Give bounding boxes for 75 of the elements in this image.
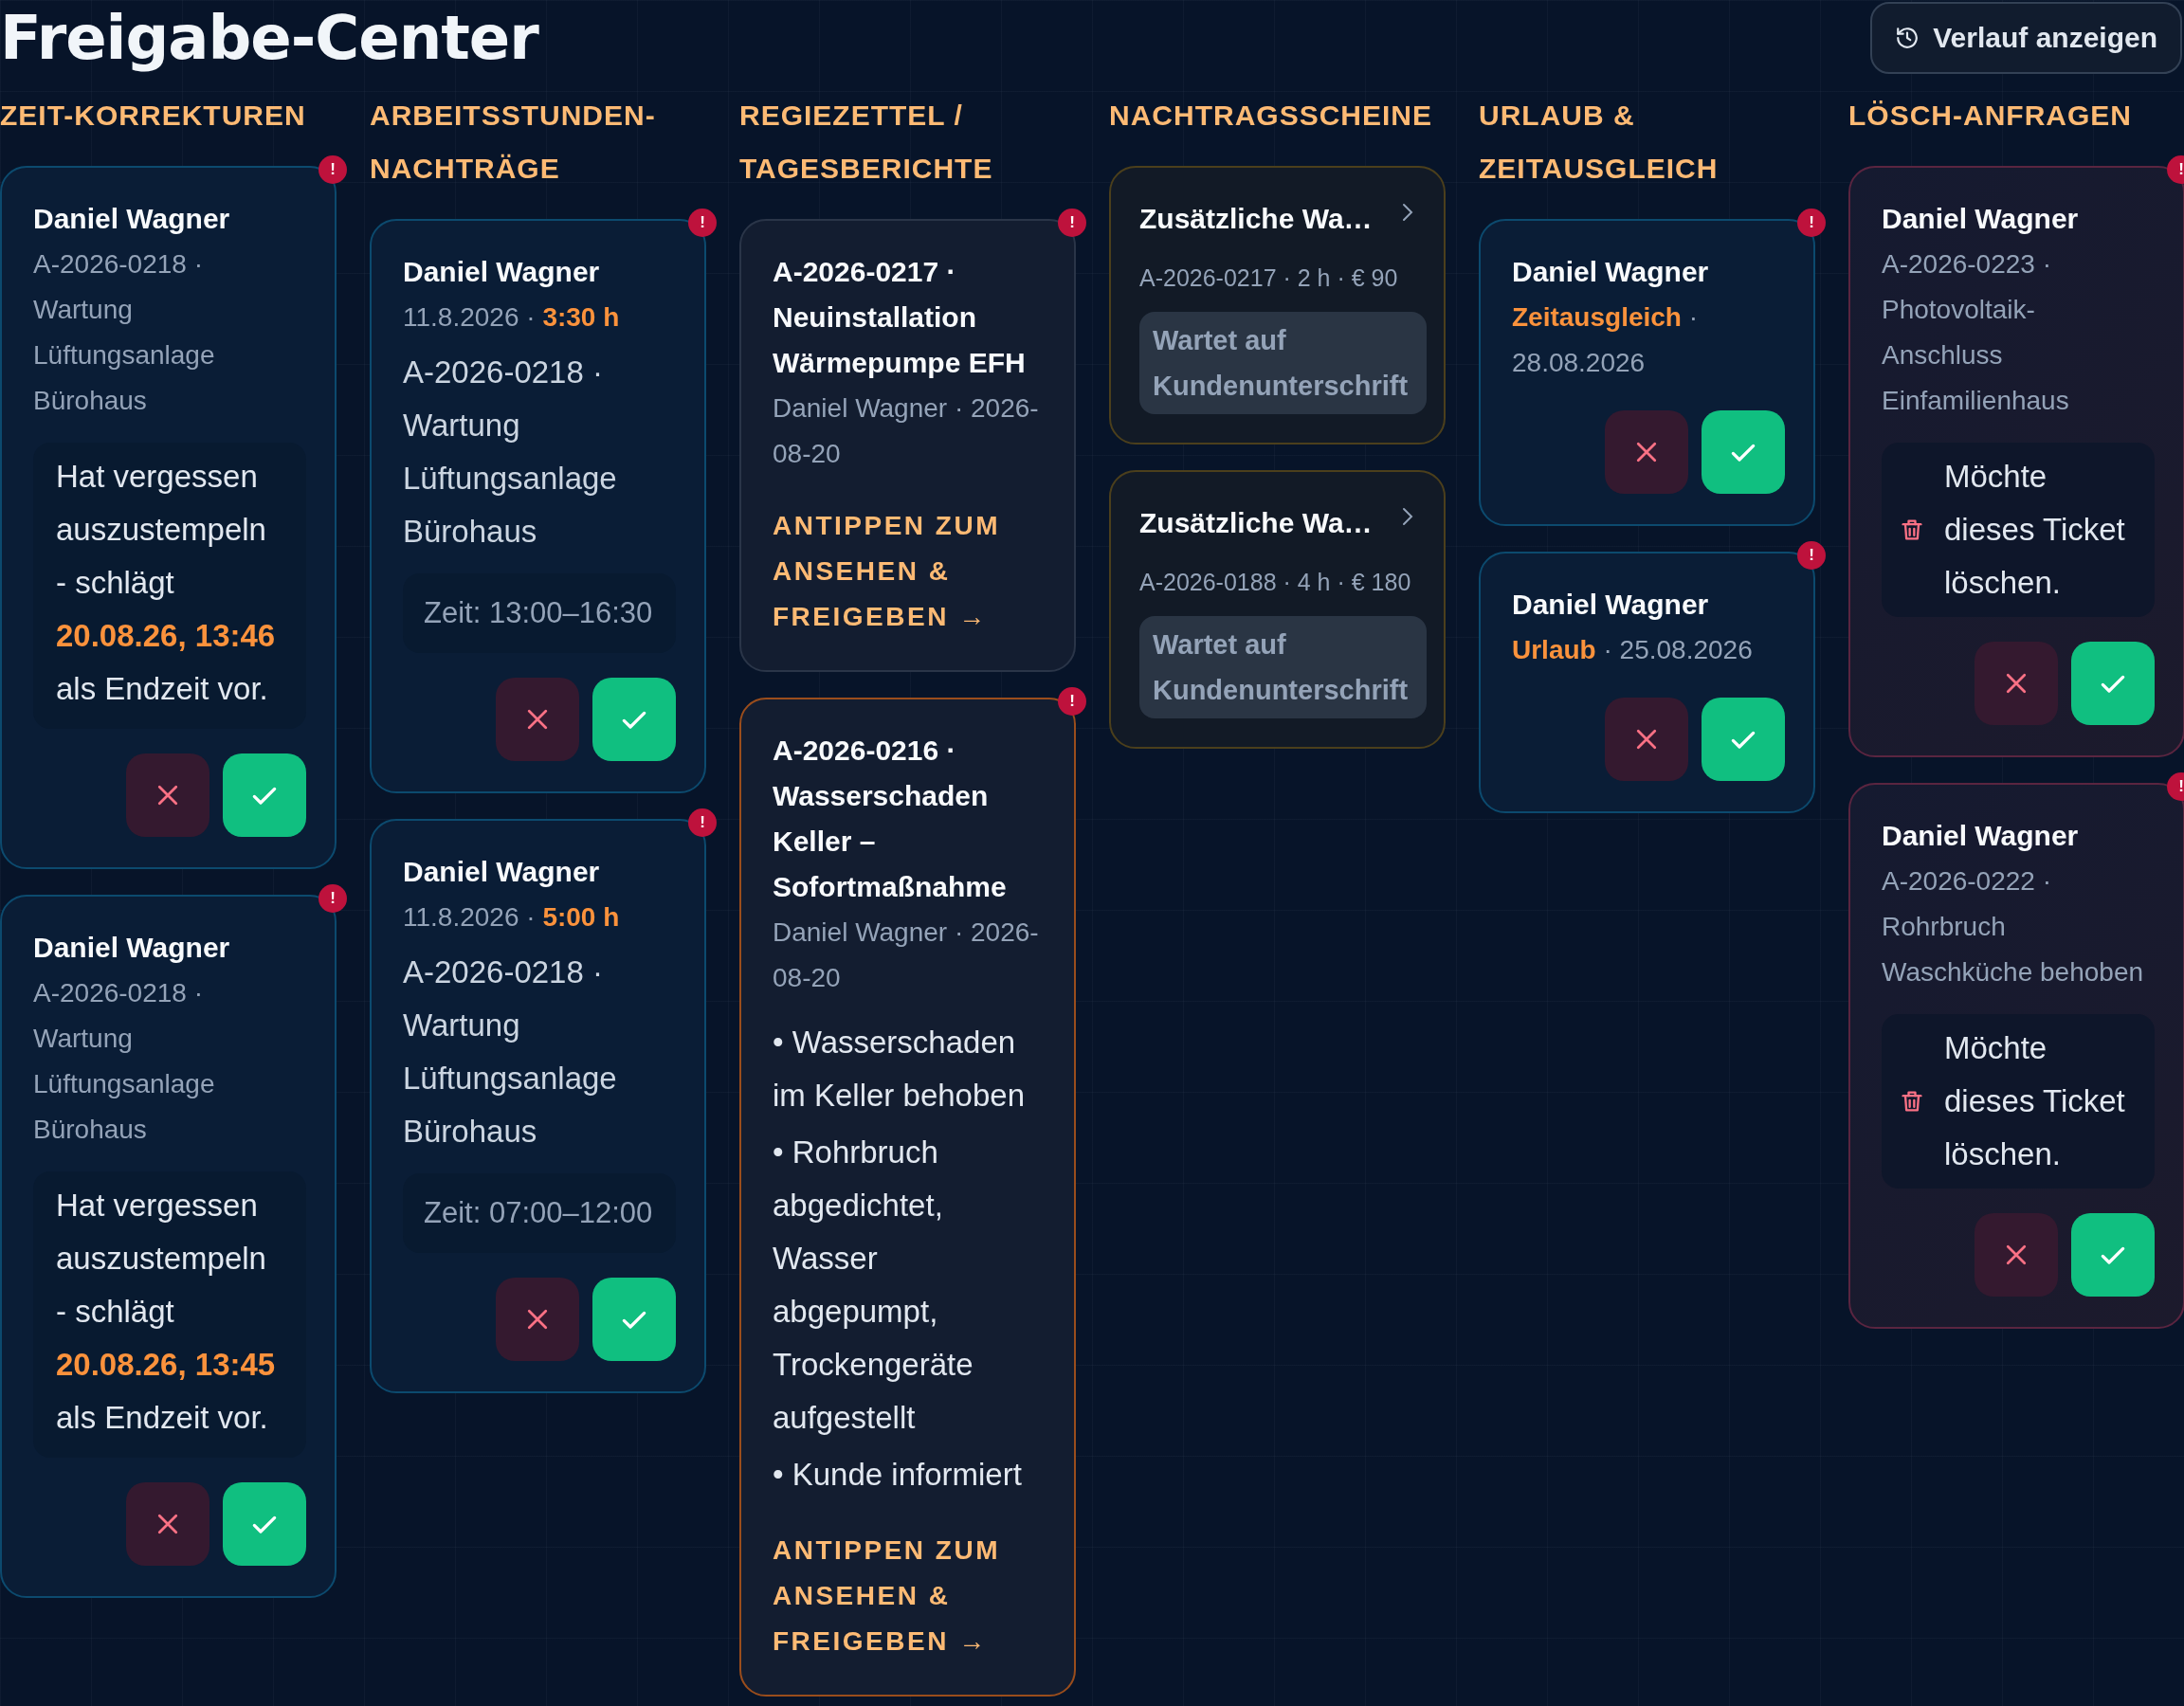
reject-button[interactable]	[1975, 1213, 2058, 1297]
card-title: Daniel Wagner	[33, 931, 231, 965]
alert-badge: !	[1058, 687, 1086, 716]
reject-button[interactable]	[1605, 410, 1688, 494]
ticket-info: A-2026-0218 · Wartung Lüftungsanlage Bürohaus	[33, 248, 216, 417]
alert-badge: !	[1058, 209, 1086, 237]
delete-request-text: Möchte dieses Ticket löschen.	[1944, 458, 2126, 602]
reject-button[interactable]	[1605, 698, 1688, 781]
alert-badge: !	[318, 155, 347, 184]
alert-badge: !	[1797, 541, 1826, 570]
ticket-info: A-2026-0188 · 4 h · € 180	[1139, 568, 1412, 597]
correction-note: Hat vergessen auszustempeln - schlägt 20.08.26, 13:45 als Endzeit vor.	[33, 1171, 306, 1458]
column-heading: ARBEITSSTUNDEN-NACHTRÄGE	[370, 99, 657, 186]
approve-button[interactable]	[2071, 1213, 2155, 1297]
status-label: Wartet auf Kundenunterschrift	[1139, 312, 1427, 414]
alert-badge: !	[2167, 155, 2184, 184]
approve-button[interactable]	[592, 1278, 676, 1361]
alert-badge: !	[1797, 209, 1826, 237]
ticket-description: A-2026-0218 · Wartung Lüftungsanlage Bürohaus	[403, 354, 618, 551]
card-title: A-2026-0216 · Wasserschaden Keller – Sofortmaßnahme	[773, 734, 1008, 904]
ticket-info: A-2026-0222 · Rohrbruch Waschküche behoben	[1882, 865, 2145, 989]
card-title: Daniel Wagner	[33, 202, 231, 236]
approve-button[interactable]	[223, 753, 306, 837]
status-label: Wartet auf Kundenunterschrift	[1139, 616, 1427, 718]
column-heading: URLAUB & ZEITAUSGLEICH	[1479, 99, 1720, 186]
card-title: Daniel Wagner	[403, 255, 601, 289]
entry-details: Zeitausgleich · 28.08.2026	[1512, 301, 1700, 379]
approve-button[interactable]	[2071, 642, 2155, 725]
column-heading: LÖSCH-ANFRAGEN	[1848, 99, 2133, 133]
card-title: Zusätzliche Wa…	[1139, 202, 1373, 236]
time-range: Zeit: 07:00–12:00	[403, 1173, 676, 1253]
approve-button[interactable]	[223, 1482, 306, 1566]
entry-details: 11.8.2026 · 3:30 h	[403, 301, 621, 334]
card-title: A-2026-0217 · Neuinstallation Wärmepumpe EFH	[773, 255, 1027, 380]
entry-details: Urlaub · 25.08.2026	[1512, 634, 1754, 666]
alert-badge: !	[688, 209, 717, 237]
chevron-right-icon[interactable]	[1402, 203, 1413, 222]
approve-button[interactable]	[1702, 698, 1785, 781]
card-title: Zusätzliche Wa…	[1139, 506, 1373, 540]
card-title: Daniel Wagner	[403, 855, 601, 889]
correction-note: Hat vergessen auszustempeln - schlägt 20.08.26, 13:46 als Endzeit vor.	[33, 443, 306, 729]
ticket-info: Daniel Wagner · 2026-08-20	[773, 917, 1040, 994]
ticket-info: Daniel Wagner · 2026-08-20	[773, 392, 1040, 470]
card-title: Daniel Wagner	[1882, 819, 2080, 853]
ticket-info: A-2026-0217 · 2 h · € 90	[1139, 263, 1399, 293]
column-heading: REGIEZETTEL / TAGESBERICHTE	[739, 99, 994, 186]
reject-button[interactable]	[126, 753, 209, 837]
review-link[interactable]: ANTIPPEN ZUM ANSEHEN & FREIGEBEN →	[773, 1528, 1046, 1664]
alert-badge: !	[318, 884, 347, 913]
approve-button[interactable]	[592, 678, 676, 761]
reject-button[interactable]	[1975, 642, 2058, 725]
reject-button[interactable]	[496, 1278, 579, 1361]
column-heading: NACHTRAGSSCHEINE	[1109, 99, 1434, 133]
ticket-info: A-2026-0223 · Photovoltaik-Anschluss Einfamilienhaus	[1882, 248, 2070, 417]
report-item: • Kunde informiert	[773, 1456, 1023, 1494]
time-range: Zeit: 13:00–16:30	[403, 573, 676, 653]
card-title: Daniel Wagner	[1512, 255, 1710, 289]
history-button[interactable]: Verlauf anzeigen	[1870, 2, 2182, 74]
history-icon	[1895, 26, 1920, 50]
report-item: • Wasserschaden im Keller behoben	[773, 1024, 1026, 1115]
column-heading: ZEIT-KORREKTUREN	[0, 99, 307, 133]
card-title: Daniel Wagner	[1512, 588, 1710, 622]
alert-badge: !	[688, 808, 717, 837]
card-title: Daniel Wagner	[1882, 202, 2080, 236]
review-link[interactable]: ANTIPPEN ZUM ANSEHEN & FREIGEBEN →	[773, 503, 1046, 640]
reject-button[interactable]	[126, 1482, 209, 1566]
report-item: • Rohrbruch abgedichtet, Wasser abgepumpt, Trockengeräte aufgestellt	[773, 1134, 974, 1437]
delete-request-text: Möchte dieses Ticket löschen.	[1944, 1029, 2126, 1173]
entry-details: 11.8.2026 · 5:00 h	[403, 901, 621, 934]
approve-button[interactable]	[1702, 410, 1785, 494]
alert-badge: !	[2167, 772, 2184, 801]
chevron-right-icon[interactable]	[1402, 507, 1413, 526]
ticket-info: A-2026-0218 · Wartung Lüftungsanlage Bürohaus	[33, 977, 216, 1146]
page-title: Freigabe-Center	[0, 2, 538, 75]
ticket-description: A-2026-0218 · Wartung Lüftungsanlage Bürohaus	[403, 953, 618, 1151]
